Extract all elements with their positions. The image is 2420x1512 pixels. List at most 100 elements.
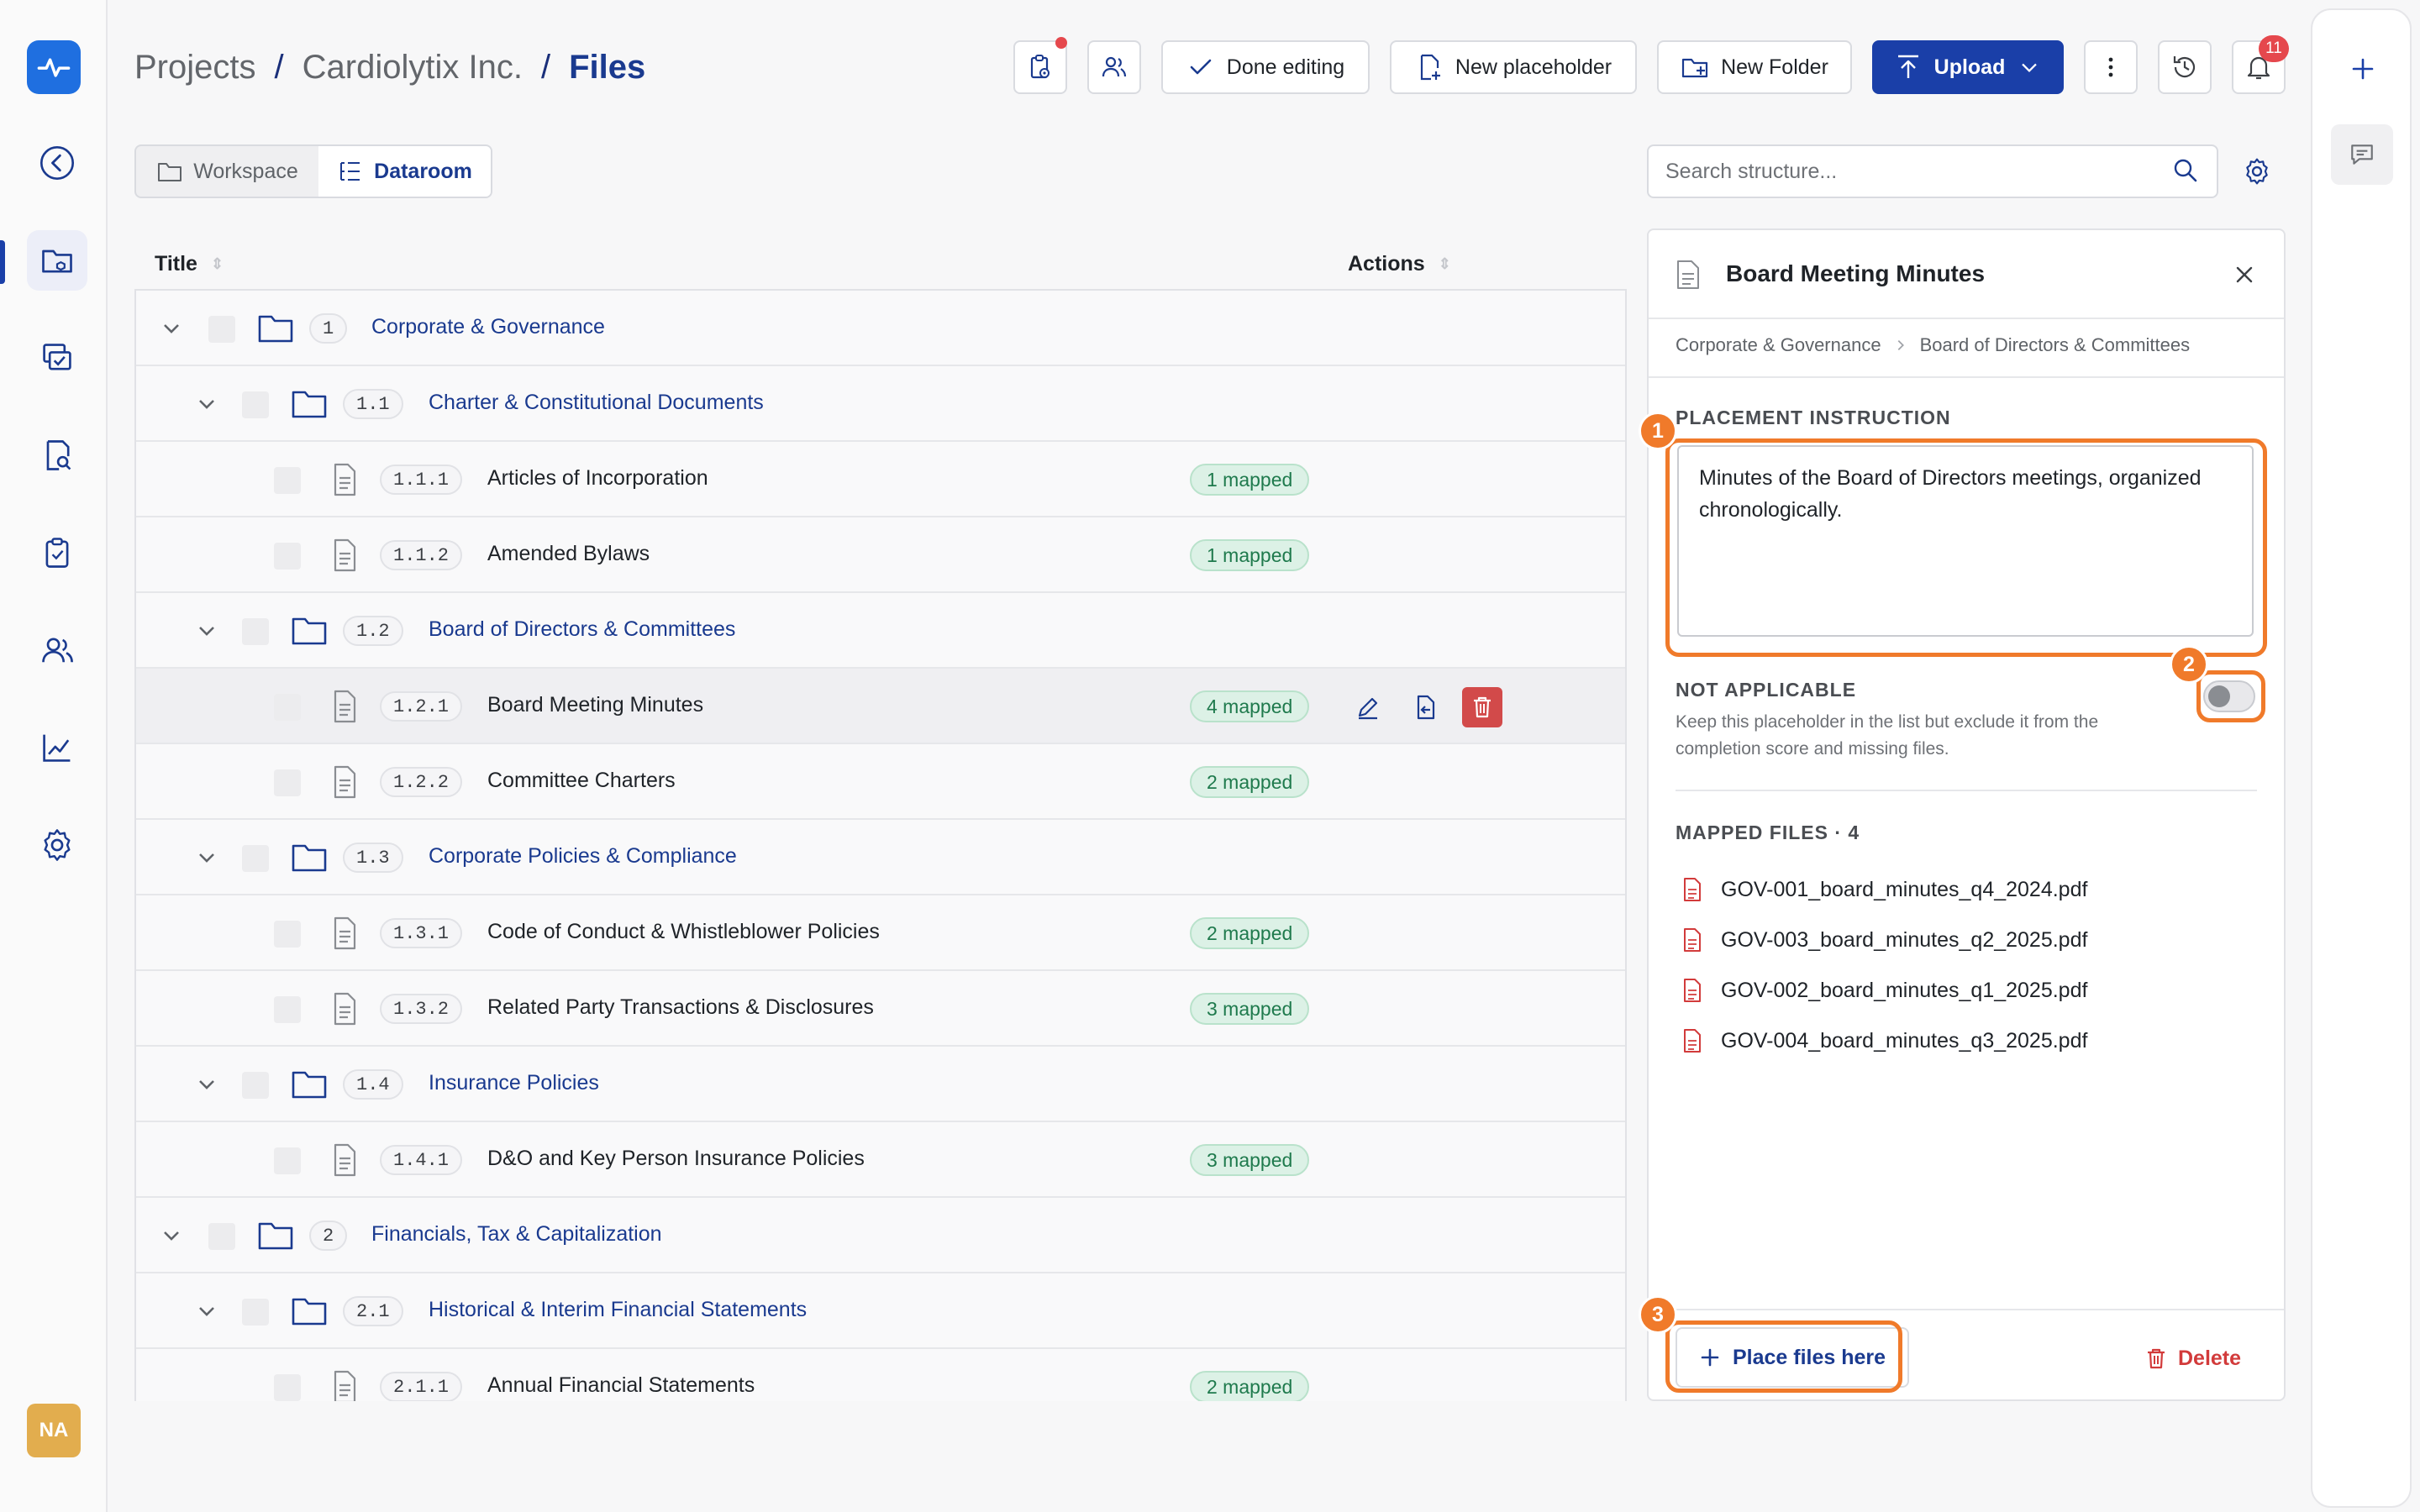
new-placeholder-button[interactable]: New placeholder — [1390, 40, 1637, 94]
folder-row[interactable]: 1 Corporate & Governance — [136, 291, 1625, 366]
check-icon — [1190, 59, 1212, 75]
chevron-down-icon[interactable] — [193, 1071, 220, 1098]
row-title[interactable]: Board Meeting Minutes — [487, 693, 703, 717]
row-title[interactable]: Articles of Incorporation — [487, 466, 708, 491]
mapped-file-item[interactable]: GOV-004_board_minutes_q3_2025.pdf — [1682, 1028, 2087, 1053]
chevron-down-icon[interactable] — [158, 315, 185, 342]
chevron-down-icon[interactable] — [193, 391, 220, 417]
nav-analytics-icon[interactable] — [27, 717, 87, 778]
title-column-header[interactable]: Title ⇕ — [155, 252, 224, 276]
row-checkbox[interactable] — [208, 1223, 235, 1250]
placeholder-row[interactable]: 1.1.1 Articles of Incorporation 1 mapped — [136, 442, 1625, 517]
row-checkbox[interactable] — [274, 996, 301, 1023]
tab-dataroom[interactable]: Dataroom — [318, 146, 491, 197]
row-title[interactable]: Charter & Constitutional Documents — [429, 391, 764, 415]
search-icon[interactable] — [2171, 156, 2200, 185]
placeholder-row[interactable]: 1.2.2 Committee Charters 2 mapped — [136, 744, 1625, 820]
folder-row[interactable]: 2 Financials, Tax & Capitalization — [136, 1198, 1625, 1273]
not-applicable-toggle[interactable] — [2203, 680, 2255, 712]
panel-crumb-item[interactable]: Corporate & Governance — [1676, 334, 1881, 356]
add-icon[interactable] — [2338, 44, 2388, 94]
row-checkbox[interactable] — [274, 1374, 301, 1401]
placement-instruction-textarea[interactable]: Minutes of the Board of Directors meetin… — [1677, 445, 2254, 637]
comments-icon[interactable] — [2331, 124, 2393, 185]
row-title[interactable]: Financials, Tax & Capitalization — [371, 1222, 662, 1247]
app-logo[interactable] — [27, 40, 81, 94]
row-title[interactable]: Historical & Interim Financial Statement… — [429, 1298, 807, 1322]
row-checkbox[interactable] — [242, 618, 269, 645]
edit-button[interactable] — [1348, 687, 1388, 727]
done-editing-button[interactable]: Done editing — [1161, 40, 1370, 94]
search-input[interactable] — [1665, 159, 2136, 184]
folder-row[interactable]: 1.1 Charter & Constitutional Documents — [136, 366, 1625, 442]
nav-search-docs-icon[interactable] — [27, 425, 87, 486]
placeholder-row[interactable]: 2.1.1 Annual Financial Statements 2 mapped — [136, 1349, 1625, 1401]
mapped-file-name: GOV-002_board_minutes_q1_2025.pdf — [1721, 978, 2088, 1002]
mapped-file-item[interactable]: GOV-001_board_minutes_q4_2024.pdf — [1682, 877, 2087, 902]
row-checkbox[interactable] — [208, 316, 235, 343]
title-header-label: Title — [155, 252, 197, 276]
row-checkbox[interactable] — [274, 694, 301, 721]
row-checkbox[interactable] — [274, 769, 301, 796]
chevron-down-icon[interactable] — [193, 1298, 220, 1325]
folder-icon — [258, 315, 293, 343]
placeholder-row[interactable]: 1.1.2 Amended Bylaws 1 mapped — [136, 517, 1625, 593]
members-button[interactable] — [1087, 40, 1141, 94]
row-title[interactable]: Annual Financial Statements — [487, 1373, 755, 1398]
row-title[interactable]: Insurance Policies — [429, 1071, 599, 1095]
nav-checklist-icon[interactable] — [27, 522, 87, 583]
folder-row[interactable]: 1.4 Insurance Policies — [136, 1047, 1625, 1122]
folder-row[interactable]: 1.3 Corporate Policies & Compliance — [136, 820, 1625, 895]
more-options-button[interactable] — [2084, 40, 2138, 94]
placeholder-row[interactable]: 1.4.1 D&O and Key Person Insurance Polici… — [136, 1122, 1625, 1198]
nav-review-icon[interactable] — [27, 328, 87, 388]
row-checkbox[interactable] — [274, 921, 301, 948]
placeholder-row[interactable]: 1.3.1 Code of Conduct & Whistleblower Pol… — [136, 895, 1625, 971]
chevron-down-icon[interactable] — [158, 1222, 185, 1249]
close-icon[interactable] — [2232, 262, 2257, 287]
search-structure[interactable] — [1647, 144, 2218, 198]
move-file-button[interactable] — [1405, 687, 1445, 727]
row-checkbox[interactable] — [242, 845, 269, 872]
nav-settings-icon[interactable] — [27, 815, 87, 875]
row-checkbox[interactable] — [274, 1147, 301, 1174]
panel-crumb-item[interactable]: Board of Directors & Committees — [1920, 334, 2191, 356]
place-files-button[interactable]: Place files here — [1676, 1327, 1909, 1388]
placeholder-row[interactable]: 1.3.2 Related Party Transactions & Disclo… — [136, 971, 1625, 1047]
folder-row[interactable]: 1.2 Board of Directors & Committees — [136, 593, 1625, 669]
row-title[interactable]: D&O and Key Person Insurance Policies — [487, 1147, 865, 1171]
row-title[interactable]: Committee Charters — [487, 769, 676, 793]
breadcrumb-projects[interactable]: Projects — [134, 49, 256, 87]
mapped-file-item[interactable]: GOV-003_board_minutes_q2_2025.pdf — [1682, 927, 2087, 953]
history-button[interactable] — [2158, 40, 2212, 94]
row-title[interactable]: Code of Conduct & Whistleblower Policies — [487, 920, 880, 944]
back-icon[interactable] — [27, 133, 87, 193]
nav-users-icon[interactable] — [27, 620, 87, 680]
row-title[interactable]: Corporate Policies & Compliance — [429, 844, 737, 869]
row-title[interactable]: Corporate & Governance — [371, 315, 605, 339]
row-title[interactable]: Board of Directors & Committees — [429, 617, 735, 642]
breadcrumb-project[interactable]: Cardiolytix Inc. — [302, 49, 523, 87]
row-checkbox[interactable] — [274, 467, 301, 494]
row-checkbox[interactable] — [242, 1072, 269, 1099]
actions-column-header[interactable]: Actions ⇕ — [1348, 252, 1451, 276]
chevron-down-icon[interactable] — [193, 617, 220, 644]
upload-button[interactable]: Upload — [1872, 40, 2064, 94]
user-avatar[interactable]: NA — [27, 1404, 81, 1457]
new-folder-button[interactable]: New Folder — [1657, 40, 1852, 94]
mapped-file-item[interactable]: GOV-002_board_minutes_q1_2025.pdf — [1682, 978, 2087, 1003]
row-checkbox[interactable] — [274, 543, 301, 570]
delete-placeholder-button[interactable]: Delete — [2144, 1337, 2241, 1379]
tab-workspace[interactable]: Workspace — [136, 146, 318, 197]
row-title[interactable]: Related Party Transactions & Disclosures — [487, 995, 874, 1020]
active-nav-marker — [0, 240, 5, 284]
folder-row[interactable]: 2.1 Historical & Interim Financial Statem… — [136, 1273, 1625, 1349]
placeholder-row[interactable]: 1.2.1 Board Meeting Minutes 4 mapped — [136, 669, 1625, 744]
nav-files-icon[interactable] — [27, 230, 87, 291]
delete-row-button[interactable] — [1462, 687, 1502, 727]
row-checkbox[interactable] — [242, 391, 269, 418]
row-title[interactable]: Amended Bylaws — [487, 542, 650, 566]
chevron-down-icon[interactable] — [193, 844, 220, 871]
gear-icon[interactable] — [2242, 156, 2272, 186]
row-checkbox[interactable] — [242, 1299, 269, 1326]
